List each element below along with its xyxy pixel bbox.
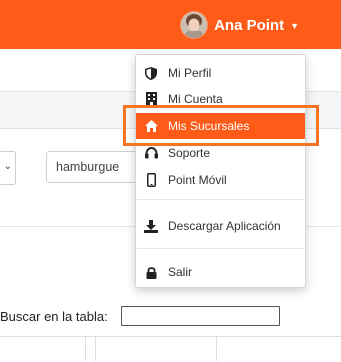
menu-item-descargar-aplicacion[interactable]: Descargar Aplicación (136, 213, 305, 239)
chevron-down-icon: ⌄ (3, 161, 12, 172)
download-icon (144, 219, 158, 233)
filter-search-input[interactable] (46, 151, 146, 183)
menu-item-label: Salir (168, 265, 193, 279)
shield-icon (144, 66, 158, 80)
top-navbar: Ana Point ▼ (0, 0, 341, 49)
table-column-separator (85, 336, 86, 361)
menu-item-label: Point Móvil (168, 173, 227, 187)
filter-select[interactable]: ⌄ (0, 151, 16, 185)
table-search-label: Buscar en la tabla: (0, 309, 108, 324)
lock-icon (144, 265, 158, 279)
menu-item-point-movil[interactable]: Point Móvil (136, 167, 305, 193)
avatar (181, 12, 208, 38)
caret-down-icon: ▼ (290, 21, 299, 31)
menu-item-mi-perfil[interactable]: Mi Perfil (136, 60, 305, 86)
menu-divider (137, 199, 304, 200)
menu-item-label: Descargar Aplicación (168, 219, 281, 233)
menu-item-label: Mi Perfil (168, 66, 212, 80)
table-search-input[interactable] (121, 306, 280, 326)
menu-divider (137, 248, 304, 249)
table-column-separator (95, 336, 96, 361)
headset-icon (144, 146, 158, 160)
building-icon (144, 92, 158, 106)
menu-item-label: Mi Cuenta (168, 92, 223, 106)
table-column-separator (216, 336, 217, 361)
user-name: Ana Point (214, 16, 285, 34)
user-dropdown-menu: Mi Perfil Mi Cuenta Mis Sucursales Sopor… (135, 54, 306, 288)
menu-item-salir[interactable]: Salir (136, 259, 305, 285)
highlight-annotation (123, 105, 319, 146)
mobile-icon (144, 173, 158, 187)
menu-item-label: Soporte (168, 146, 211, 160)
user-menu-toggle[interactable]: Ana Point ▼ (181, 11, 299, 39)
table-header (0, 336, 341, 362)
